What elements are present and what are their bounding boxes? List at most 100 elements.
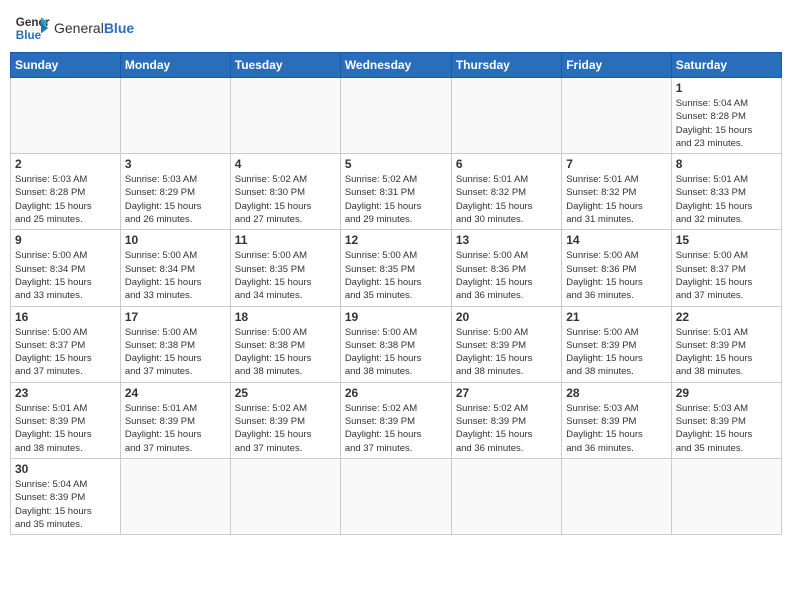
calendar-cell: 2Sunrise: 5:03 AM Sunset: 8:28 PM Daylig… (11, 154, 121, 230)
day-number: 28 (566, 386, 666, 400)
calendar-week-row-1: 1 Sunrise: 5:04 AM Sunset: 8:28 PM Daylig… (11, 78, 782, 154)
day-info: Sunrise: 5:00 AM Sunset: 8:38 PM Dayligh… (125, 326, 226, 379)
day-info: Sunrise: 5:04 AM Sunset: 8:39 PM Dayligh… (15, 478, 116, 531)
day-info: Sunrise: 5:03 AM Sunset: 8:39 PM Dayligh… (566, 402, 666, 455)
day-info: Sunrise: 5:02 AM Sunset: 8:39 PM Dayligh… (235, 402, 336, 455)
calendar-cell (451, 458, 561, 534)
day-info: Sunrise: 5:01 AM Sunset: 8:39 PM Dayligh… (676, 326, 777, 379)
day-number: 4 (235, 157, 336, 171)
day-info: Sunrise: 5:02 AM Sunset: 8:39 PM Dayligh… (456, 402, 557, 455)
day-number: 27 (456, 386, 557, 400)
day-info: Sunrise: 5:01 AM Sunset: 8:39 PM Dayligh… (15, 402, 116, 455)
logo-text: General (54, 20, 104, 36)
calendar-cell (671, 458, 781, 534)
day-info: Sunrise: 5:00 AM Sunset: 8:37 PM Dayligh… (15, 326, 116, 379)
day-number: 23 (15, 386, 116, 400)
logo-blue: Blue (104, 20, 134, 36)
svg-text:Blue: Blue (16, 29, 42, 42)
logo-icon: General Blue (14, 10, 50, 46)
day-info: Sunrise: 5:02 AM Sunset: 8:39 PM Dayligh… (345, 402, 447, 455)
calendar-cell (11, 78, 121, 154)
weekday-header-friday: Friday (562, 53, 671, 78)
day-info: Sunrise: 5:01 AM Sunset: 8:32 PM Dayligh… (456, 173, 557, 226)
day-info: Sunrise: 5:00 AM Sunset: 8:35 PM Dayligh… (235, 249, 336, 302)
calendar-cell (120, 458, 230, 534)
logo: General Blue GeneralBlue (14, 10, 134, 46)
day-number: 30 (15, 462, 116, 476)
day-info: Sunrise: 5:00 AM Sunset: 8:39 PM Dayligh… (456, 326, 557, 379)
calendar-cell (230, 458, 340, 534)
day-info: Sunrise: 5:00 AM Sunset: 8:38 PM Dayligh… (345, 326, 447, 379)
day-number: 7 (566, 157, 666, 171)
calendar-cell: 8 Sunrise: 5:01 AM Sunset: 8:33 PM Daylig… (671, 154, 781, 230)
calendar-week-row-3: 9Sunrise: 5:00 AM Sunset: 8:34 PM Daylig… (11, 230, 782, 306)
calendar-week-row-4: 16Sunrise: 5:00 AM Sunset: 8:37 PM Dayli… (11, 306, 782, 382)
calendar-cell (562, 458, 671, 534)
day-number: 2 (15, 157, 116, 171)
weekday-header-saturday: Saturday (671, 53, 781, 78)
calendar-cell: 13Sunrise: 5:00 AM Sunset: 8:36 PM Dayli… (451, 230, 561, 306)
day-info: Sunrise: 5:00 AM Sunset: 8:34 PM Dayligh… (15, 249, 116, 302)
calendar-table: SundayMondayTuesdayWednesdayThursdayFrid… (10, 52, 782, 535)
day-info: Sunrise: 5:02 AM Sunset: 8:30 PM Dayligh… (235, 173, 336, 226)
calendar-cell: 21Sunrise: 5:00 AM Sunset: 8:39 PM Dayli… (562, 306, 671, 382)
calendar-cell: 1 Sunrise: 5:04 AM Sunset: 8:28 PM Daylig… (671, 78, 781, 154)
calendar-cell: 20 Sunrise: 5:00 AM Sunset: 8:39 PM Dayli… (451, 306, 561, 382)
day-number: 21 (566, 310, 666, 324)
day-number: 18 (235, 310, 336, 324)
calendar-cell: 3Sunrise: 5:03 AM Sunset: 8:29 PM Daylig… (120, 154, 230, 230)
day-info: Sunrise: 5:00 AM Sunset: 8:37 PM Dayligh… (676, 249, 777, 302)
day-number: 1 (676, 81, 777, 95)
calendar-cell: 14Sunrise: 5:00 AM Sunset: 8:36 PM Dayli… (562, 230, 671, 306)
calendar-cell: 5 Sunrise: 5:02 AM Sunset: 8:31 PM Daylig… (340, 154, 451, 230)
calendar-cell (451, 78, 561, 154)
calendar-cell: 6 Sunrise: 5:01 AM Sunset: 8:32 PM Daylig… (451, 154, 561, 230)
calendar-cell: 18Sunrise: 5:00 AM Sunset: 8:38 PM Dayli… (230, 306, 340, 382)
day-number: 24 (125, 386, 226, 400)
day-number: 6 (456, 157, 557, 171)
calendar-cell: 25Sunrise: 5:02 AM Sunset: 8:39 PM Dayli… (230, 382, 340, 458)
day-info: Sunrise: 5:01 AM Sunset: 8:33 PM Dayligh… (676, 173, 777, 226)
weekday-header-monday: Monday (120, 53, 230, 78)
calendar-cell (340, 78, 451, 154)
calendar-cell: 29 Sunrise: 5:03 AM Sunset: 8:39 PM Dayli… (671, 382, 781, 458)
day-info: Sunrise: 5:00 AM Sunset: 8:36 PM Dayligh… (456, 249, 557, 302)
day-info: Sunrise: 5:01 AM Sunset: 8:39 PM Dayligh… (125, 402, 226, 455)
day-info: Sunrise: 5:01 AM Sunset: 8:32 PM Dayligh… (566, 173, 666, 226)
day-number: 8 (676, 157, 777, 171)
day-number: 19 (345, 310, 447, 324)
day-number: 3 (125, 157, 226, 171)
calendar-cell: 4 Sunrise: 5:02 AM Sunset: 8:30 PM Daylig… (230, 154, 340, 230)
calendar-cell: 17 Sunrise: 5:00 AM Sunset: 8:38 PM Dayli… (120, 306, 230, 382)
calendar-cell: 26Sunrise: 5:02 AM Sunset: 8:39 PM Dayli… (340, 382, 451, 458)
weekday-header-tuesday: Tuesday (230, 53, 340, 78)
day-number: 20 (456, 310, 557, 324)
calendar-week-row-2: 2Sunrise: 5:03 AM Sunset: 8:28 PM Daylig… (11, 154, 782, 230)
calendar-cell (120, 78, 230, 154)
day-info: Sunrise: 5:04 AM Sunset: 8:28 PM Dayligh… (676, 97, 777, 150)
day-number: 5 (345, 157, 447, 171)
calendar-cell (562, 78, 671, 154)
day-number: 17 (125, 310, 226, 324)
day-number: 22 (676, 310, 777, 324)
calendar-cell: 9Sunrise: 5:00 AM Sunset: 8:34 PM Daylig… (11, 230, 121, 306)
day-number: 15 (676, 233, 777, 247)
day-info: Sunrise: 5:02 AM Sunset: 8:31 PM Dayligh… (345, 173, 447, 226)
calendar-cell: 11Sunrise: 5:00 AM Sunset: 8:35 PM Dayli… (230, 230, 340, 306)
calendar-cell (340, 458, 451, 534)
day-number: 29 (676, 386, 777, 400)
calendar-cell: 22 Sunrise: 5:01 AM Sunset: 8:39 PM Dayli… (671, 306, 781, 382)
day-info: Sunrise: 5:00 AM Sunset: 8:36 PM Dayligh… (566, 249, 666, 302)
day-info: Sunrise: 5:00 AM Sunset: 8:34 PM Dayligh… (125, 249, 226, 302)
weekday-header-wednesday: Wednesday (340, 53, 451, 78)
calendar-cell: 19 Sunrise: 5:00 AM Sunset: 8:38 PM Dayli… (340, 306, 451, 382)
calendar-cell: 27 Sunrise: 5:02 AM Sunset: 8:39 PM Dayli… (451, 382, 561, 458)
calendar-week-row-6: 30 Sunrise: 5:04 AM Sunset: 8:39 PM Dayli… (11, 458, 782, 534)
calendar-cell: 16Sunrise: 5:00 AM Sunset: 8:37 PM Dayli… (11, 306, 121, 382)
calendar-cell: 23 Sunrise: 5:01 AM Sunset: 8:39 PM Dayli… (11, 382, 121, 458)
calendar-cell: 24 Sunrise: 5:01 AM Sunset: 8:39 PM Dayli… (120, 382, 230, 458)
calendar-cell: 15 Sunrise: 5:00 AM Sunset: 8:37 PM Dayli… (671, 230, 781, 306)
day-info: Sunrise: 5:03 AM Sunset: 8:39 PM Dayligh… (676, 402, 777, 455)
calendar-cell: 28 Sunrise: 5:03 AM Sunset: 8:39 PM Dayli… (562, 382, 671, 458)
calendar-cell (230, 78, 340, 154)
